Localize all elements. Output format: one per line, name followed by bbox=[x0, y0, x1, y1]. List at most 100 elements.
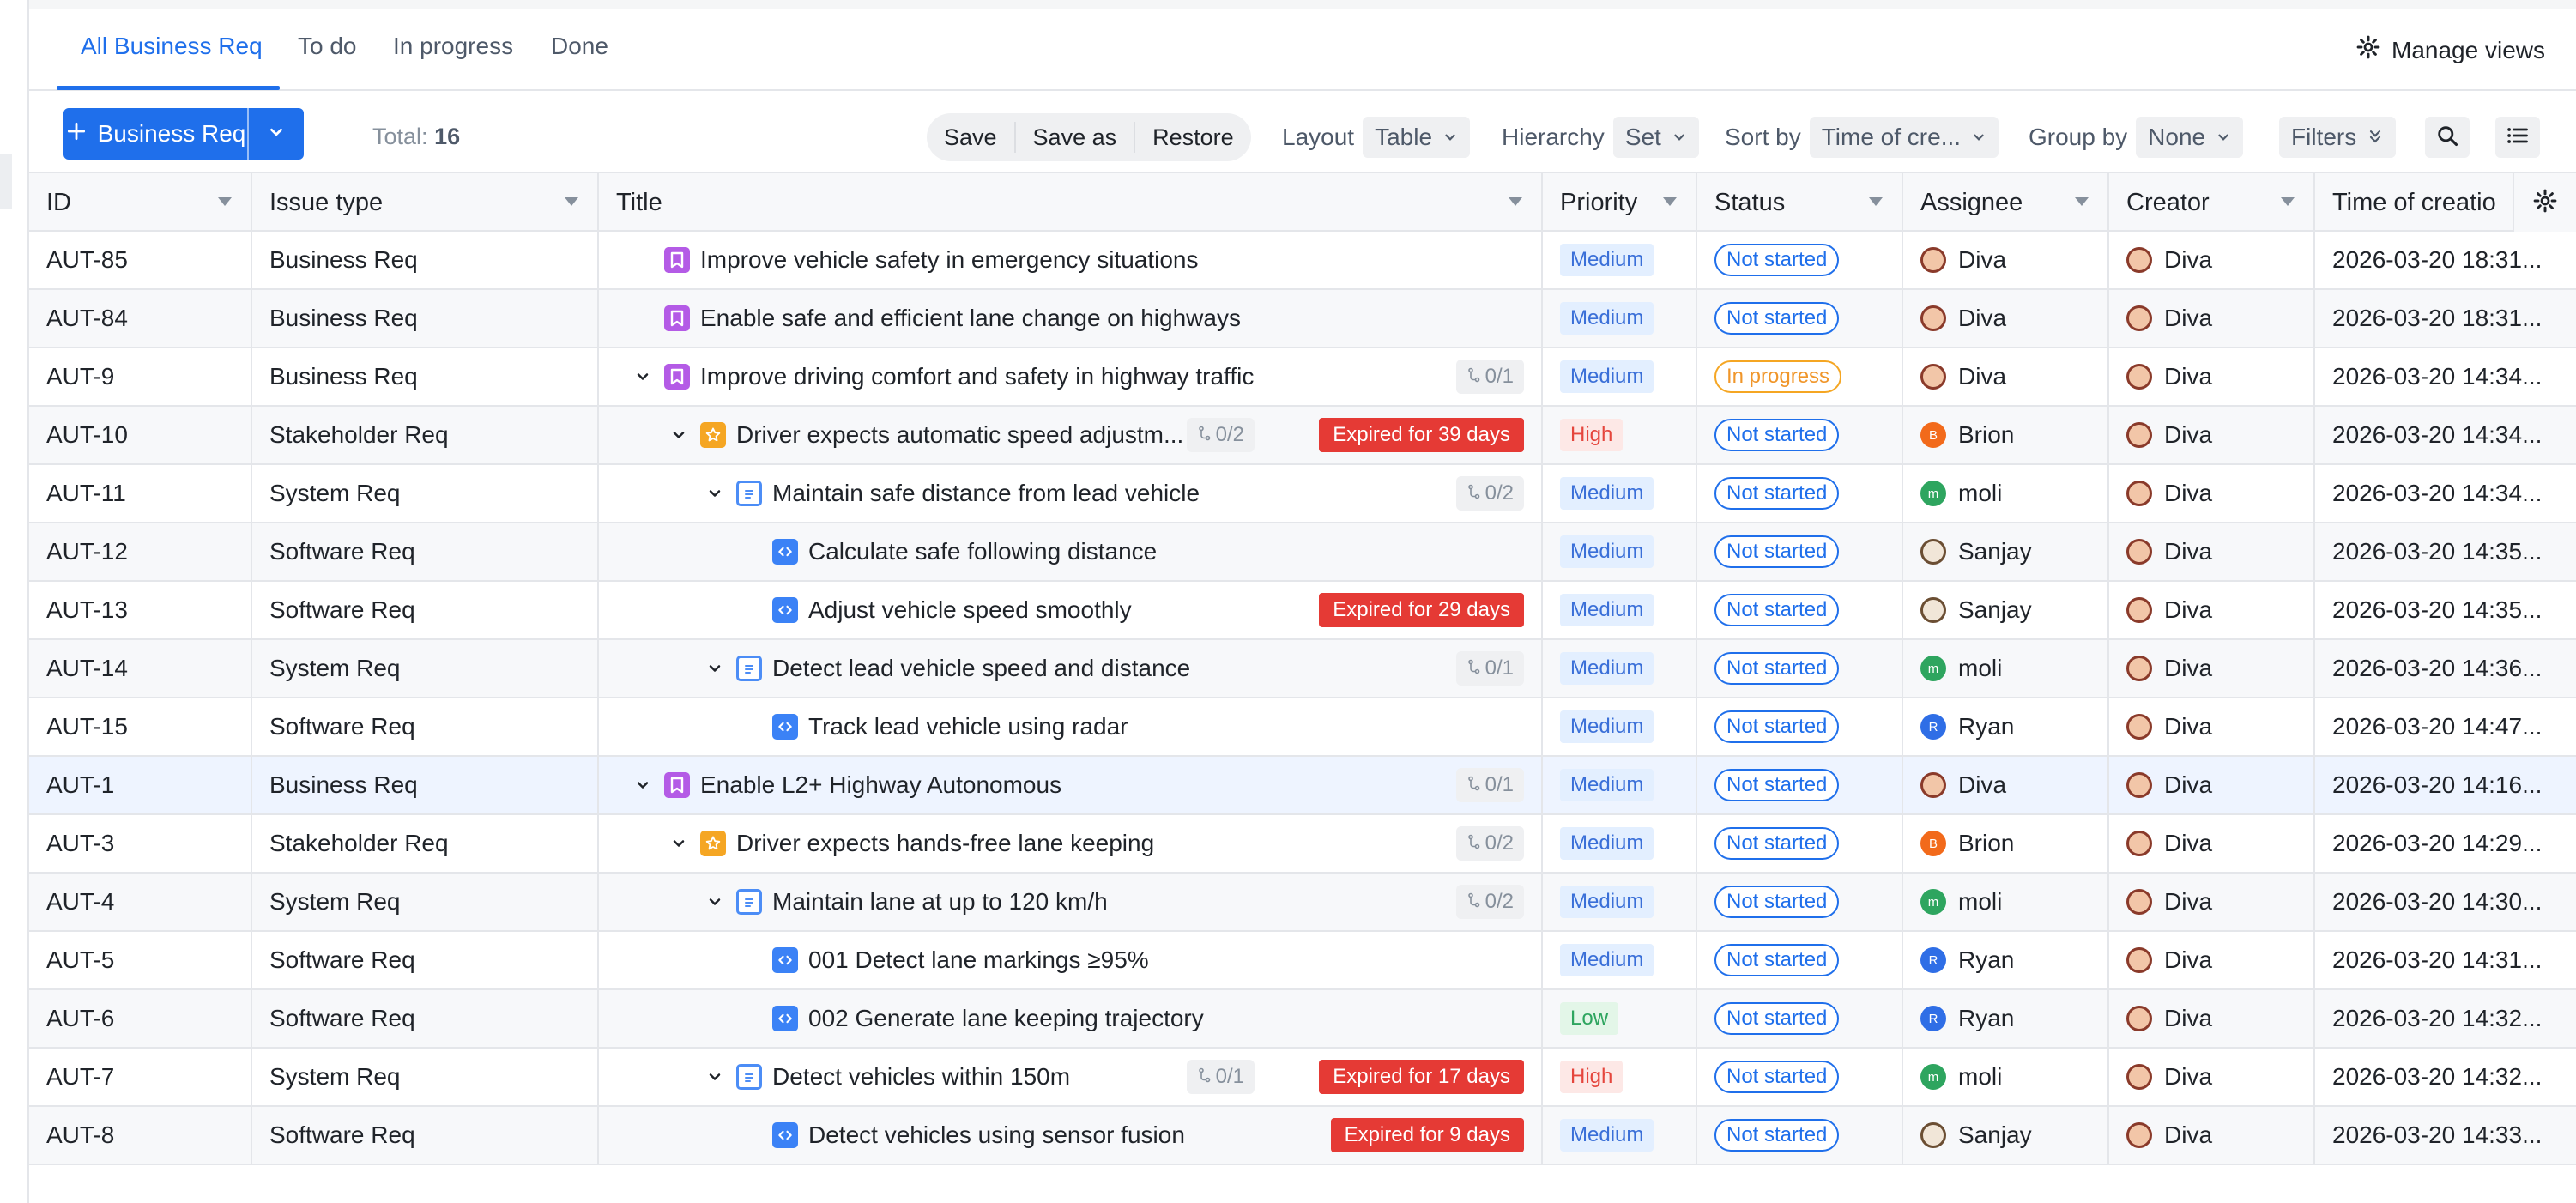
subtask-count-badge[interactable]: 0/2 bbox=[1186, 418, 1255, 452]
status-badge[interactable]: Not started bbox=[1714, 244, 1840, 276]
priority-tag[interactable]: Medium bbox=[1560, 244, 1654, 276]
cell-assignee[interactable]: B Brion bbox=[1903, 815, 2109, 872]
priority-tag[interactable]: High bbox=[1560, 419, 1624, 451]
col-header-status[interactable]: Status bbox=[1697, 173, 1903, 232]
status-badge[interactable]: Not started bbox=[1714, 302, 1840, 335]
priority-tag[interactable]: Medium bbox=[1560, 652, 1654, 685]
save-as-button[interactable]: Save as bbox=[1016, 113, 1134, 161]
subtask-count-badge[interactable]: 0/1 bbox=[1186, 1060, 1255, 1094]
priority-tag[interactable]: Medium bbox=[1560, 477, 1654, 510]
issue-title[interactable]: Driver expects automatic speed adjustm..… bbox=[736, 421, 1183, 449]
cell-assignee[interactable]: m moli bbox=[1903, 1049, 2109, 1105]
col-header-title[interactable]: Title bbox=[599, 173, 1543, 232]
expand-chevron-icon[interactable] bbox=[633, 367, 652, 386]
issue-title[interactable]: Adjust vehicle speed smoothly bbox=[808, 596, 1132, 624]
issue-id[interactable]: AUT-14 bbox=[46, 655, 128, 682]
cell-assignee[interactable]: Diva bbox=[1903, 290, 2109, 347]
priority-tag[interactable]: Medium bbox=[1560, 944, 1654, 976]
expand-chevron-icon[interactable] bbox=[705, 659, 724, 678]
col-header-id[interactable]: ID bbox=[29, 173, 252, 232]
priority-tag[interactable]: Medium bbox=[1560, 710, 1654, 743]
issue-title[interactable]: Improve vehicle safety in emergency situ… bbox=[700, 246, 1199, 274]
issue-title[interactable]: Detect vehicles within 150m bbox=[772, 1063, 1070, 1091]
status-badge[interactable]: Not started bbox=[1714, 652, 1840, 685]
sort-caret-icon[interactable] bbox=[1509, 197, 1522, 206]
expand-chevron-icon[interactable] bbox=[705, 1067, 724, 1086]
cell-assignee[interactable]: Sanjay bbox=[1903, 1107, 2109, 1164]
table-row[interactable]: AUT-12 Software Req Calculate safe followi… bbox=[29, 523, 2576, 582]
cell-assignee[interactable]: Sanjay bbox=[1903, 523, 2109, 580]
issue-id[interactable]: AUT-10 bbox=[46, 421, 128, 449]
table-row[interactable]: AUT-14 System Req Detect lead vehicle spee… bbox=[29, 640, 2576, 698]
issue-id[interactable]: AUT-4 bbox=[46, 888, 114, 916]
priority-tag[interactable]: Medium bbox=[1560, 1119, 1654, 1152]
tab-done[interactable]: Done bbox=[551, 33, 608, 88]
group-select[interactable]: None bbox=[2136, 117, 2244, 158]
cell-assignee[interactable]: m moli bbox=[1903, 874, 2109, 930]
create-dropdown-toggle[interactable] bbox=[249, 108, 304, 160]
table-row[interactable]: AUT-1 Business Req Enable L2+ Highway Auto… bbox=[29, 757, 2576, 815]
issue-id[interactable]: AUT-1 bbox=[46, 771, 114, 799]
tab-in-progress[interactable]: In progress bbox=[393, 33, 513, 88]
subtask-count-badge[interactable]: 0/2 bbox=[1455, 826, 1524, 861]
table-row[interactable]: AUT-5 Software Req 001 Detect lane marking… bbox=[29, 932, 2576, 990]
cell-assignee[interactable]: m moli bbox=[1903, 640, 2109, 697]
table-row[interactable]: AUT-8 Software Req Detect vehicles using s… bbox=[29, 1107, 2576, 1165]
table-row[interactable]: AUT-9 Business Req Improve driving comfort… bbox=[29, 348, 2576, 407]
sort-caret-icon[interactable] bbox=[2075, 197, 2089, 206]
issue-title[interactable]: Maintain safe distance from lead vehicle bbox=[772, 480, 1200, 507]
issue-id[interactable]: AUT-15 bbox=[46, 713, 128, 741]
issue-title[interactable]: Maintain lane at up to 120 km/h bbox=[772, 888, 1108, 916]
priority-tag[interactable]: Medium bbox=[1560, 827, 1654, 860]
status-badge[interactable]: Not started bbox=[1714, 1002, 1840, 1035]
create-main[interactable]: Business Req bbox=[63, 108, 249, 160]
status-badge[interactable]: Not started bbox=[1714, 886, 1840, 918]
status-badge[interactable]: Not started bbox=[1714, 1061, 1840, 1093]
issue-id[interactable]: AUT-85 bbox=[46, 246, 128, 274]
issue-title[interactable]: Driver expects hands-free lane keeping bbox=[736, 830, 1154, 857]
priority-tag[interactable]: Medium bbox=[1560, 769, 1654, 801]
col-header-priority[interactable]: Priority bbox=[1543, 173, 1697, 232]
issue-id[interactable]: AUT-6 bbox=[46, 1005, 114, 1032]
status-badge[interactable]: Not started bbox=[1714, 827, 1840, 860]
tab-to-do[interactable]: To do bbox=[298, 33, 357, 88]
status-badge[interactable]: Not started bbox=[1714, 710, 1840, 743]
sort-caret-icon[interactable] bbox=[1869, 197, 1883, 206]
status-badge[interactable]: Not started bbox=[1714, 477, 1840, 510]
subtask-count-badge[interactable]: 0/1 bbox=[1455, 360, 1524, 394]
issue-id[interactable]: AUT-8 bbox=[46, 1121, 114, 1149]
sort-caret-icon[interactable] bbox=[565, 197, 578, 206]
issue-id[interactable]: AUT-12 bbox=[46, 538, 128, 565]
cell-assignee[interactable]: R Ryan bbox=[1903, 698, 2109, 755]
issue-title[interactable]: Calculate safe following distance bbox=[808, 538, 1157, 565]
priority-tag[interactable]: Medium bbox=[1560, 886, 1654, 918]
priority-tag[interactable]: Medium bbox=[1560, 360, 1654, 393]
list-view-button[interactable] bbox=[2495, 117, 2540, 158]
priority-tag[interactable]: Medium bbox=[1560, 594, 1654, 626]
issue-title[interactable]: Improve driving comfort and safety in hi… bbox=[700, 363, 1254, 390]
issue-title[interactable]: Enable L2+ Highway Autonomous bbox=[700, 771, 1061, 799]
tab-all-business-req[interactable]: All Business Req bbox=[81, 33, 263, 88]
status-badge[interactable]: Not started bbox=[1714, 535, 1840, 568]
table-row[interactable]: AUT-4 System Req Maintain lane at up to 12… bbox=[29, 874, 2576, 932]
subtask-count-badge[interactable]: 0/1 bbox=[1455, 768, 1524, 802]
cell-assignee[interactable]: Diva bbox=[1903, 757, 2109, 813]
issue-id[interactable]: AUT-3 bbox=[46, 830, 114, 857]
table-row[interactable]: AUT-10 Stakeholder Req Driver expects auto… bbox=[29, 407, 2576, 465]
status-badge[interactable]: Not started bbox=[1714, 769, 1840, 801]
issue-id[interactable]: AUT-7 bbox=[46, 1063, 114, 1091]
create-business-req-button[interactable]: Business Req bbox=[63, 108, 304, 160]
priority-tag[interactable]: Medium bbox=[1560, 302, 1654, 335]
table-row[interactable]: AUT-13 Software Req Adjust vehicle speed s… bbox=[29, 582, 2576, 640]
status-badge[interactable]: In progress bbox=[1714, 360, 1842, 393]
status-badge[interactable]: Not started bbox=[1714, 419, 1840, 451]
issue-id[interactable]: AUT-11 bbox=[46, 480, 126, 507]
issue-title[interactable]: Detect lead vehicle speed and distance bbox=[772, 655, 1190, 682]
col-header-creator[interactable]: Creator bbox=[2109, 173, 2315, 232]
issue-id[interactable]: AUT-84 bbox=[46, 305, 128, 332]
col-header-issue-type[interactable]: Issue type bbox=[252, 173, 599, 232]
save-button[interactable]: Save bbox=[927, 113, 1014, 161]
expand-chevron-icon[interactable] bbox=[705, 484, 724, 503]
table-row[interactable]: AUT-15 Software Req Track lead vehicle usi… bbox=[29, 698, 2576, 757]
issue-title[interactable]: Detect vehicles using sensor fusion bbox=[808, 1121, 1185, 1149]
